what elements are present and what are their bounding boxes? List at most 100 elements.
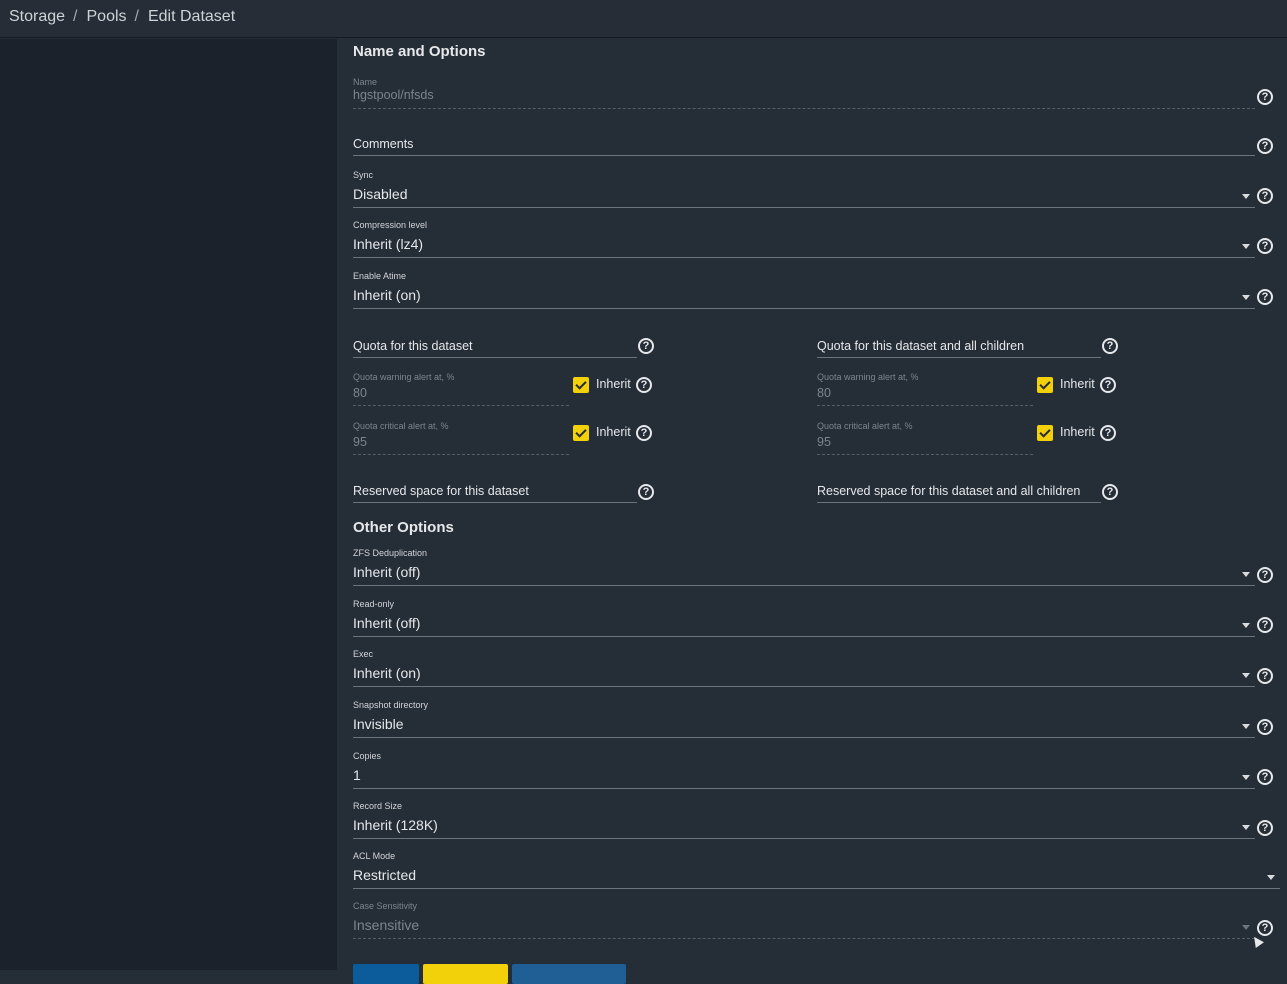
- chevron-down-icon: [1242, 825, 1250, 830]
- dedup-label: ZFS Deduplication: [353, 548, 428, 558]
- quota-children-warning-label: Quota warning alert at, %: [817, 372, 919, 382]
- basic-options-button[interactable]: [512, 964, 626, 984]
- help-icon[interactable]: ?: [1257, 89, 1273, 105]
- snapdir-value: Invisible: [353, 716, 404, 732]
- recordsize-value: Inherit (128K): [353, 817, 438, 833]
- dedup-value: Inherit (off): [353, 564, 421, 580]
- quota-critical-value: 95: [353, 435, 367, 449]
- quota-children-placeholder: Quota for this dataset and all children: [817, 339, 1025, 353]
- chevron-down-icon: [1242, 724, 1250, 729]
- sync-label: Sync: [353, 170, 374, 180]
- copies-select[interactable]: Copies 1: [353, 751, 1255, 789]
- help-icon[interactable]: ?: [1257, 668, 1273, 684]
- help-icon[interactable]: ?: [636, 425, 652, 441]
- help-icon[interactable]: ?: [1257, 188, 1273, 204]
- chevron-down-icon: [1267, 875, 1275, 880]
- inherit-label: Inherit: [596, 377, 631, 391]
- help-icon[interactable]: ?: [1257, 567, 1273, 583]
- exec-label: Exec: [353, 649, 374, 659]
- cancel-button[interactable]: [423, 964, 508, 984]
- help-icon[interactable]: ?: [1102, 484, 1118, 500]
- quota-children-critical-label: Quota critical alert at, %: [817, 421, 913, 431]
- chevron-down-icon: [1242, 623, 1250, 628]
- help-icon[interactable]: ?: [1100, 377, 1116, 393]
- compression-label: Compression level: [353, 220, 428, 230]
- recordsize-label: Record Size: [353, 801, 403, 811]
- quota-dataset-input[interactable]: Quota for this dataset: [353, 339, 637, 358]
- inherit-label: Inherit: [596, 425, 631, 439]
- quota-warning-label: Quota warning alert at, %: [353, 372, 455, 382]
- chevron-down-icon: [1242, 194, 1250, 199]
- chevron-down-icon: [1242, 295, 1250, 300]
- dedup-select[interactable]: ZFS Deduplication Inherit (off): [353, 548, 1255, 586]
- help-icon[interactable]: ?: [1257, 138, 1273, 154]
- inherit-label: Inherit: [1060, 425, 1095, 439]
- aclmode-label: ACL Mode: [353, 851, 396, 861]
- name-label: Name: [353, 77, 378, 87]
- quota-children-critical-value: 95: [817, 435, 831, 449]
- top-bar: Storage / Pools / Edit Dataset: [0, 0, 1287, 38]
- mouse-cursor-icon: [1250, 934, 1264, 948]
- help-icon[interactable]: ?: [1257, 719, 1273, 735]
- quota-children-critical-input: Quota critical alert at, % 95: [817, 421, 1033, 455]
- help-icon[interactable]: ?: [1102, 338, 1118, 354]
- sync-value: Disabled: [353, 186, 408, 202]
- quota-children-input[interactable]: Quota for this dataset and all children: [817, 339, 1101, 358]
- readonly-value: Inherit (off): [353, 615, 421, 631]
- aclmode-select[interactable]: ACL Mode Restricted: [353, 851, 1280, 889]
- breadcrumb-separator: /: [134, 8, 139, 25]
- quota-children-warning-input: Quota warning alert at, % 80: [817, 372, 1033, 406]
- compression-select[interactable]: Compression level Inherit (lz4): [353, 220, 1255, 258]
- inherit-label: Inherit: [1060, 377, 1095, 391]
- recordsize-select[interactable]: Record Size Inherit (128K): [353, 801, 1255, 839]
- quota-warning-value: 80: [353, 386, 367, 400]
- inherit-checkbox[interactable]: [573, 425, 589, 441]
- help-icon[interactable]: ?: [1257, 820, 1273, 836]
- exec-value: Inherit (on): [353, 665, 421, 681]
- breadcrumb-pools[interactable]: Pools: [87, 8, 127, 25]
- exec-select[interactable]: Exec Inherit (on): [353, 649, 1255, 687]
- copies-label: Copies: [353, 751, 382, 761]
- atime-select[interactable]: Enable Atime Inherit (on): [353, 271, 1255, 309]
- snapdir-select[interactable]: Snapshot directory Invisible: [353, 700, 1255, 738]
- section-title-other-options: Other Options: [353, 519, 454, 536]
- breadcrumb-storage[interactable]: Storage: [9, 8, 65, 25]
- reserved-children-placeholder: Reserved space for this dataset and all …: [817, 484, 1081, 498]
- readonly-select[interactable]: Read-only Inherit (off): [353, 599, 1255, 637]
- casesensitivity-select: Case Sensitivity Insensitive: [353, 901, 1255, 939]
- quota-dataset-placeholder: Quota for this dataset: [353, 339, 473, 353]
- quota-children-warning-value: 80: [817, 386, 831, 400]
- inherit-checkbox[interactable]: [573, 377, 589, 393]
- snapdir-label: Snapshot directory: [353, 700, 429, 710]
- name-field: Name hgstpool/nfsds: [353, 77, 1255, 109]
- help-icon[interactable]: ?: [1257, 920, 1273, 936]
- quota-warning-input: Quota warning alert at, % 80: [353, 372, 569, 406]
- help-icon[interactable]: ?: [636, 377, 652, 393]
- comments-placeholder: Comments: [353, 137, 414, 151]
- breadcrumb-edit-dataset: Edit Dataset: [147, 8, 236, 25]
- name-value: hgstpool/nfsds: [353, 88, 434, 102]
- help-icon[interactable]: ?: [1257, 238, 1273, 254]
- comments-input[interactable]: Comments: [353, 137, 1255, 156]
- chevron-down-icon: [1242, 244, 1250, 249]
- atime-label: Enable Atime: [353, 271, 407, 281]
- edit-dataset-form: Name and Options Name hgstpool/nfsds ? C…: [337, 39, 1287, 984]
- save-button[interactable]: [353, 964, 419, 984]
- help-icon[interactable]: ?: [1257, 617, 1273, 633]
- reserved-children-input[interactable]: Reserved space for this dataset and all …: [817, 484, 1101, 503]
- quota-critical-input: Quota critical alert at, % 95: [353, 421, 569, 455]
- help-icon[interactable]: ?: [1257, 289, 1273, 305]
- chevron-down-icon: [1242, 925, 1250, 930]
- inherit-checkbox[interactable]: [1037, 377, 1053, 393]
- sync-select[interactable]: Sync Disabled: [353, 170, 1255, 208]
- casesensitivity-label: Case Sensitivity: [353, 901, 418, 911]
- help-icon[interactable]: ?: [638, 484, 654, 500]
- help-icon[interactable]: ?: [1257, 769, 1273, 785]
- help-icon[interactable]: ?: [1100, 425, 1116, 441]
- inherit-checkbox[interactable]: [1037, 425, 1053, 441]
- reserved-dataset-input[interactable]: Reserved space for this dataset: [353, 484, 637, 503]
- help-icon[interactable]: ?: [638, 338, 654, 354]
- sidebar: [0, 39, 337, 970]
- chevron-down-icon: [1242, 673, 1250, 678]
- breadcrumb-separator: /: [73, 8, 78, 25]
